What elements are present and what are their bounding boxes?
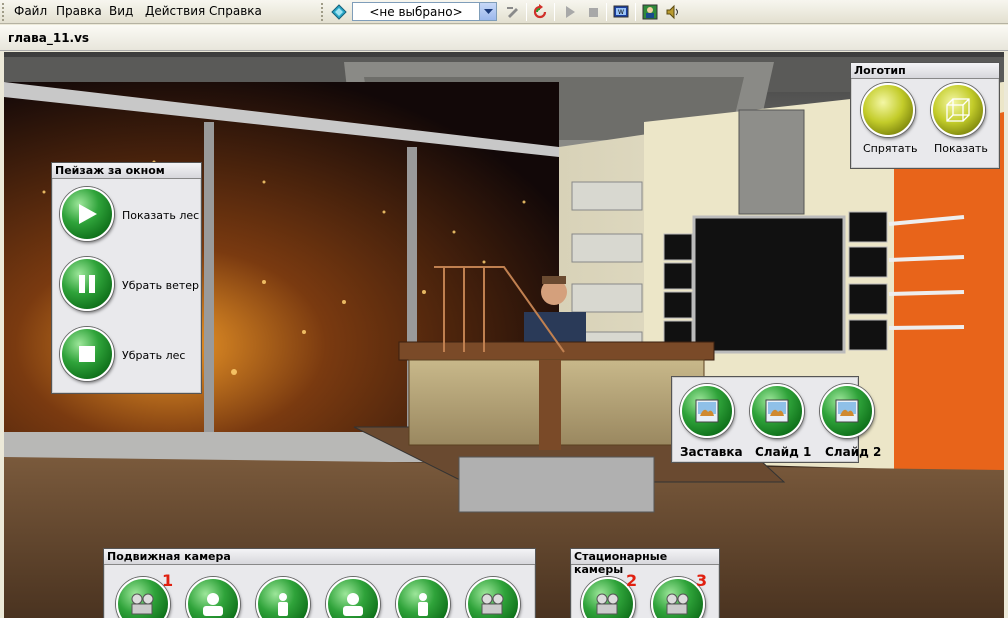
scene-select-value: <не выбрано> bbox=[369, 5, 463, 19]
camera-icon bbox=[131, 593, 154, 615]
studio-viewport[interactable]: Пейзаж за окном Показать лес Убрать вете… bbox=[4, 52, 1004, 618]
menu-actions[interactable]: Действия bbox=[145, 4, 205, 19]
menu-file[interactable]: Файл bbox=[14, 4, 47, 19]
show-forest-button[interactable] bbox=[60, 187, 114, 241]
remove-wind-label: Убрать ветер bbox=[122, 279, 200, 292]
picture-icon bbox=[765, 399, 789, 423]
camera-wide-shot-button[interactable] bbox=[186, 577, 240, 618]
moving-camera-panel: Подвижная камера 1 bbox=[103, 548, 536, 618]
landscape-panel: Пейзаж за окном Показать лес Убрать вете… bbox=[51, 162, 202, 394]
picture-icon[interactable] bbox=[641, 3, 659, 21]
menu-edit[interactable]: Правка bbox=[56, 4, 102, 19]
logo-panel-title: Логотип bbox=[851, 63, 999, 79]
chevron-down-icon[interactable] bbox=[479, 3, 496, 20]
toolbar-grip[interactable] bbox=[321, 3, 325, 21]
camera-1-badge: 1 bbox=[162, 571, 174, 590]
scene-diamond-icon[interactable] bbox=[330, 3, 348, 21]
camera-full-figure-button[interactable] bbox=[256, 577, 310, 618]
person-icon bbox=[343, 593, 363, 616]
stop-icon[interactable] bbox=[584, 3, 602, 21]
stop-icon bbox=[79, 346, 95, 362]
camera-icon bbox=[596, 593, 619, 615]
cube-icon bbox=[946, 98, 970, 122]
camera-medium-shot-button[interactable] bbox=[396, 577, 450, 618]
document-tab-bar: глава_11.vs bbox=[0, 25, 1008, 51]
menu-help[interactable]: Справка bbox=[209, 4, 262, 19]
camera-movie-button[interactable] bbox=[466, 577, 520, 618]
speaker-icon[interactable] bbox=[664, 3, 682, 21]
scene-edit-icon[interactable] bbox=[504, 3, 522, 21]
intro-slide-label: Заставка bbox=[680, 445, 743, 459]
static-cameras-title: Стационарные камеры bbox=[571, 549, 719, 576]
camera-2-badge: 2 bbox=[626, 571, 638, 590]
menu-bar: Файл Правка Вид Действия Справка <не выб… bbox=[0, 0, 1008, 24]
remove-forest-button[interactable] bbox=[60, 327, 114, 381]
logo-panel: Логотип Спрятать Показать bbox=[850, 62, 1000, 169]
remove-forest-label: Убрать лес bbox=[122, 349, 186, 362]
refresh-icon[interactable] bbox=[531, 3, 549, 21]
moving-camera-title: Подвижная камера bbox=[104, 549, 535, 565]
show-forest-label: Показать лес bbox=[122, 209, 200, 222]
camera-close-up-button[interactable] bbox=[326, 577, 380, 618]
menu-grip[interactable] bbox=[2, 3, 6, 21]
person-icon bbox=[203, 593, 223, 616]
hide-logo-button[interactable] bbox=[861, 83, 915, 137]
camera-3-badge: 3 bbox=[696, 571, 708, 590]
show-logo-label: Показать bbox=[934, 142, 988, 155]
person-standing-icon bbox=[418, 593, 428, 616]
landscape-panel-title: Пейзаж за окном bbox=[52, 163, 201, 179]
hide-logo-label: Спрятать bbox=[863, 142, 918, 155]
document-title[interactable]: глава_11.vs bbox=[8, 31, 89, 45]
picture-icon bbox=[835, 399, 859, 423]
svg-text:W: W bbox=[618, 9, 624, 16]
show-logo-button[interactable] bbox=[931, 83, 985, 137]
play-icon bbox=[79, 204, 97, 224]
menu-view[interactable]: Вид bbox=[109, 4, 133, 19]
slide-1-label: Слайд 1 bbox=[755, 445, 812, 459]
monitor-icon[interactable]: W bbox=[612, 3, 630, 21]
camera-icon bbox=[481, 593, 504, 615]
static-cameras-panel: Стационарные камеры 2 3 bbox=[570, 548, 720, 618]
intro-slide-button[interactable] bbox=[680, 384, 734, 438]
person-standing-icon bbox=[278, 593, 288, 616]
picture-icon bbox=[695, 399, 719, 423]
slide-2-button[interactable] bbox=[820, 384, 874, 438]
slides-panel: Заставка Слайд 1 Слайд 2 bbox=[671, 376, 881, 463]
pause-icon bbox=[79, 275, 95, 293]
scene-select[interactable]: <не выбрано> bbox=[352, 2, 497, 21]
camera-icon bbox=[666, 593, 689, 615]
play-icon[interactable] bbox=[561, 3, 579, 21]
slide-1-button[interactable] bbox=[750, 384, 804, 438]
remove-wind-button[interactable] bbox=[60, 257, 114, 311]
slide-2-label: Слайд 2 bbox=[825, 445, 882, 459]
